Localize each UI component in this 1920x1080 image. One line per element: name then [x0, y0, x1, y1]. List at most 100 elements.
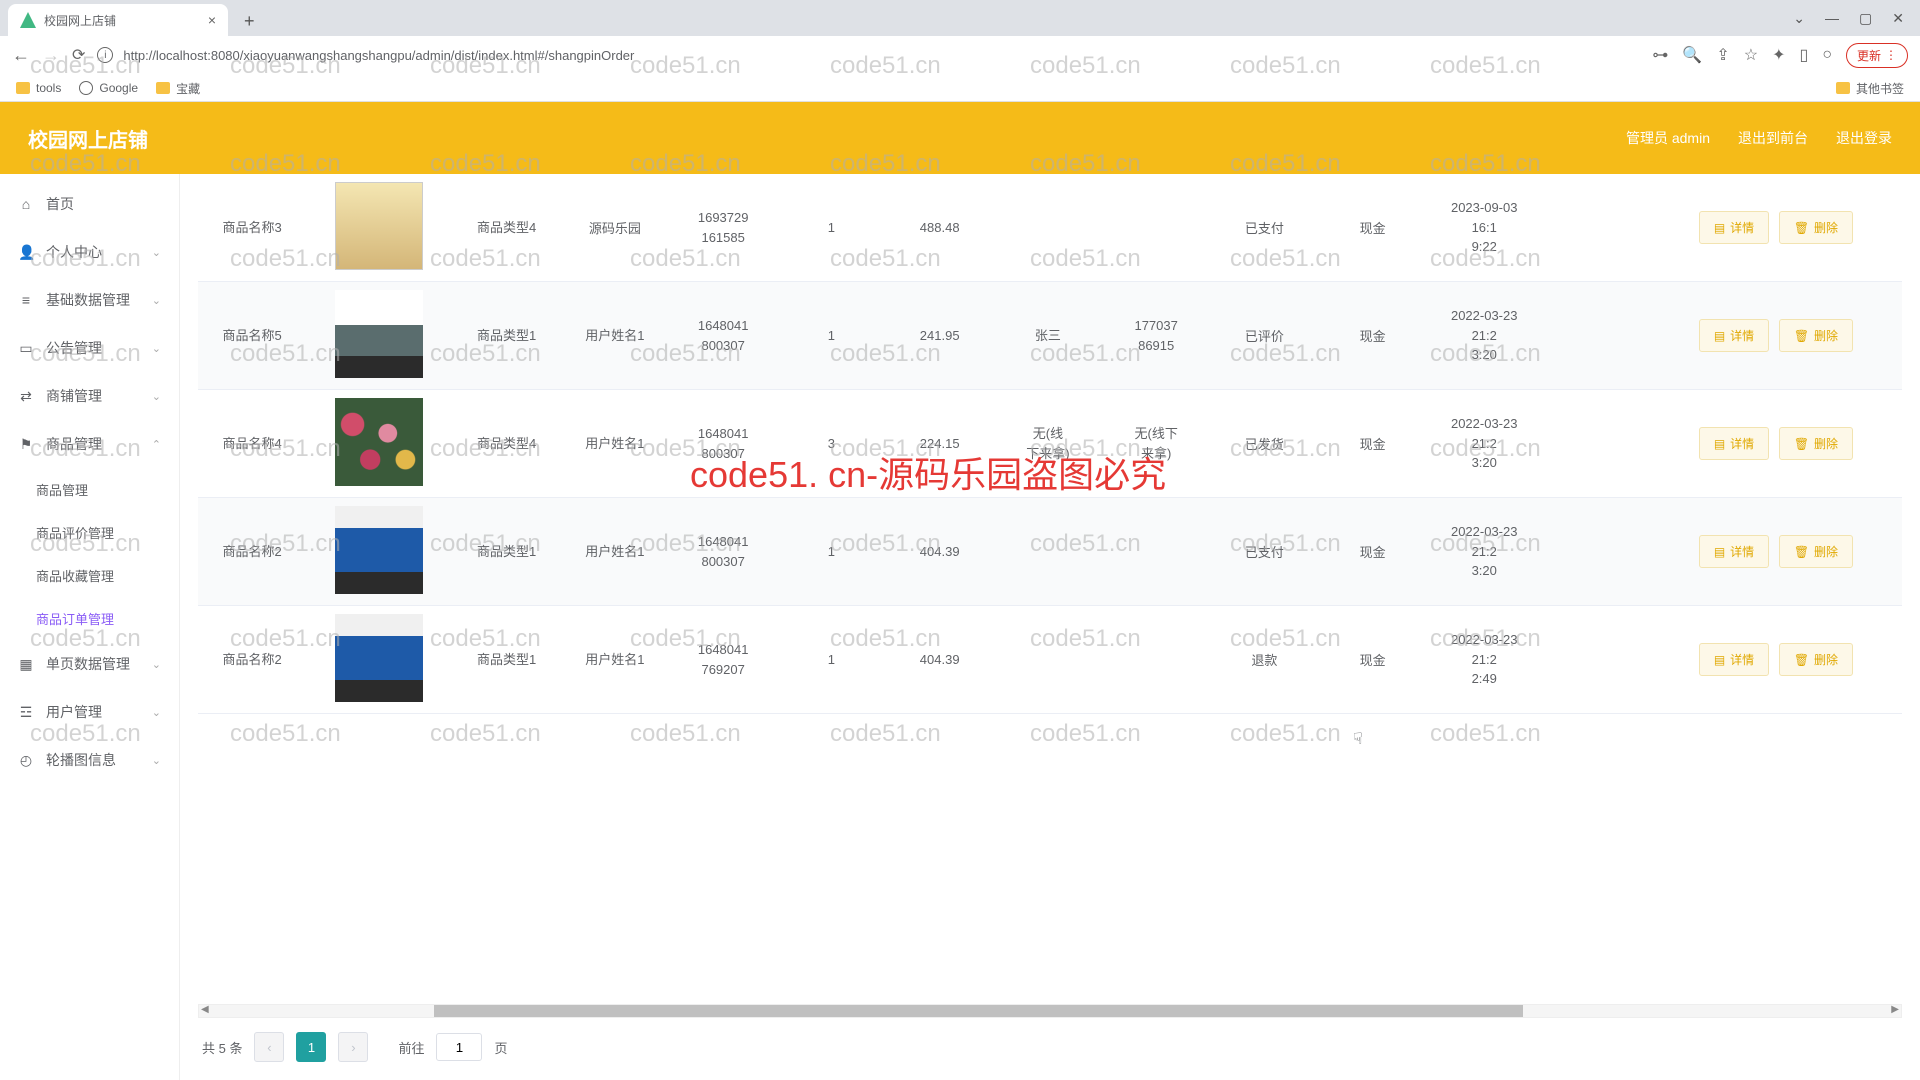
next-page-button[interactable]: › [338, 1032, 368, 1062]
side-panel-icon[interactable]: ▯ [1800, 45, 1809, 65]
prev-page-button[interactable]: ‹ [254, 1032, 284, 1062]
logout-link[interactable]: 退出登录 [1836, 128, 1892, 148]
user-icon: 👤 [18, 244, 34, 261]
sidebar-item-product[interactable]: ⚑商品管理⌃ [0, 420, 179, 468]
scroll-right-icon[interactable]: ▶ [1891, 1004, 1899, 1015]
bookmark-other[interactable]: 其他书签 [1836, 80, 1904, 97]
cell-thumb [306, 282, 452, 390]
chevron-down-icon: ⌄ [152, 706, 161, 719]
cell-express: 17703786915 [1102, 282, 1210, 390]
sidebar-item-home[interactable]: ⌂首页 [0, 180, 179, 228]
cell-product-type: 商品类型1 [453, 282, 561, 390]
site-info-icon[interactable]: i [97, 47, 113, 63]
cell-qty: 1 [777, 606, 885, 714]
cell-product-name: 商品名称4 [198, 390, 306, 498]
cell-order-no: 1648041800307 [669, 498, 777, 606]
app-header: 校园网上店铺 管理员 admin 退出到前台 退出登录 [0, 102, 1920, 174]
sidebar-item-singlepage[interactable]: ▦单页数据管理⌄ [0, 640, 179, 688]
zoom-icon[interactable]: 🔍 [1682, 45, 1702, 65]
reload-button[interactable]: ⟳ [72, 45, 85, 65]
detail-button[interactable]: ▤详情 [1699, 427, 1769, 460]
table-row: 商品名称5 商品类型1 用户姓名1 1648041800307 1 241.95… [198, 282, 1902, 390]
cell-status: 退款 [1210, 606, 1318, 714]
sidebar-sub-product-review[interactable]: 商品评价管理 [0, 511, 179, 554]
extensions-icon[interactable]: ✦ [1772, 45, 1785, 65]
cell-pay: 现金 [1319, 282, 1427, 390]
cell-time: 2022-03-2321:23:20 [1427, 390, 1542, 498]
cell-pay: 现金 [1319, 606, 1427, 714]
bookmark-star-icon[interactable]: ☆ [1744, 45, 1758, 65]
page-1-button[interactable]: 1 [296, 1032, 326, 1062]
cell-price: 488.48 [886, 174, 994, 282]
sidebar-item-users[interactable]: ☲用户管理⌄ [0, 688, 179, 736]
product-image [335, 398, 423, 486]
bookmark-bar: tools Google 宝藏 其他书签 [0, 74, 1920, 102]
product-image [335, 506, 423, 594]
cell-order-no: 1648041800307 [669, 390, 777, 498]
close-icon[interactable]: × [208, 12, 216, 28]
detail-button[interactable]: ▤详情 [1699, 319, 1769, 352]
cell-user: 用户姓名1 [561, 282, 669, 390]
browser-tab[interactable]: 校园网上店铺 × [8, 4, 228, 36]
cell-addr [994, 174, 1102, 282]
close-window-icon[interactable]: ✕ [1892, 10, 1904, 27]
forward-button[interactable]: → [42, 45, 60, 66]
cell-actions: ▤详情 🗑删除 [1650, 390, 1902, 498]
delete-button[interactable]: 🗑删除 [1779, 643, 1853, 676]
scroll-left-icon[interactable]: ◀ [201, 1004, 209, 1015]
update-button[interactable]: 更新 ⋮ [1846, 43, 1908, 68]
delete-button[interactable]: 🗑删除 [1779, 535, 1853, 568]
delete-button[interactable]: 🗑删除 [1779, 211, 1853, 244]
new-tab-button[interactable]: + [236, 7, 263, 36]
doc-icon: ▤ [1714, 221, 1725, 235]
url-field[interactable]: i http://localhost:8080/xiaoyuanwangshan… [97, 47, 1640, 63]
sidebar-sub-product-order[interactable]: 商品订单管理 [0, 597, 179, 640]
sidebar-item-carousel[interactable]: ◴轮播图信息⌄ [0, 736, 179, 784]
admin-label[interactable]: 管理员 admin [1626, 128, 1710, 148]
back-button[interactable]: ← [12, 45, 30, 66]
detail-button[interactable]: ▤详情 [1699, 643, 1769, 676]
profile-icon[interactable]: ○ [1822, 46, 1832, 64]
cell-qty: 1 [777, 174, 885, 282]
sidebar-item-profile[interactable]: 👤个人中心⌄ [0, 228, 179, 276]
folder-icon [16, 82, 30, 94]
horizontal-scrollbar[interactable]: ◀ ▶ [198, 1004, 1902, 1018]
cell-express [1102, 498, 1210, 606]
delete-button[interactable]: 🗑删除 [1779, 319, 1853, 352]
cell-actions: ▤详情 🗑删除 [1650, 174, 1902, 282]
sidebar-sub-product-favorite[interactable]: 商品收藏管理 [0, 554, 179, 597]
cell-time: 2022-03-2321:23:20 [1427, 498, 1542, 606]
sidebar-item-basedata[interactable]: ≡基础数据管理⌄ [0, 276, 179, 324]
exchange-icon: ⇄ [18, 388, 34, 405]
cell-product-type: 商品类型4 [453, 390, 561, 498]
goto-page-input[interactable] [436, 1033, 482, 1061]
bookmark-tools[interactable]: tools [16, 81, 61, 95]
delete-button[interactable]: 🗑删除 [1779, 427, 1853, 460]
cell-status: 已评价 [1210, 282, 1318, 390]
share-icon[interactable]: ⇪ [1716, 45, 1729, 65]
detail-button[interactable]: ▤详情 [1699, 535, 1769, 568]
sidebar-sub-product-manage[interactable]: 商品管理 [0, 468, 179, 511]
exit-to-front[interactable]: 退出到前台 [1738, 128, 1808, 148]
cell-addr: 张三 [994, 282, 1102, 390]
detail-button[interactable]: ▤详情 [1699, 211, 1769, 244]
cell-order-no: 1648041800307 [669, 282, 777, 390]
scrollbar-thumb[interactable] [434, 1005, 1523, 1017]
sidebar-item-notice[interactable]: ▭公告管理⌄ [0, 324, 179, 372]
cell-thumb [306, 174, 452, 282]
maximize-icon[interactable]: ▢ [1859, 10, 1872, 27]
cell-actions: ▤详情 🗑删除 [1650, 606, 1902, 714]
cell-time: 2022-03-2321:23:20 [1427, 282, 1542, 390]
minimize-icon[interactable]: — [1825, 10, 1839, 26]
doc-icon: ▤ [1714, 437, 1725, 451]
cell-product-name: 商品名称2 [198, 498, 306, 606]
password-key-icon[interactable]: ⊶ [1652, 45, 1668, 65]
cell-user: 用户姓名1 [561, 498, 669, 606]
chevron-down-icon: ⌄ [152, 390, 161, 403]
sidebar-item-store[interactable]: ⇄商铺管理⌄ [0, 372, 179, 420]
cell-status: 已支付 [1210, 498, 1318, 606]
chevron-down-icon: ⌄ [152, 754, 161, 767]
chevron-down-icon[interactable]: ⌄ [1793, 10, 1805, 27]
bookmark-google[interactable]: Google [79, 81, 138, 95]
bookmark-baozang[interactable]: 宝藏 [156, 80, 200, 97]
